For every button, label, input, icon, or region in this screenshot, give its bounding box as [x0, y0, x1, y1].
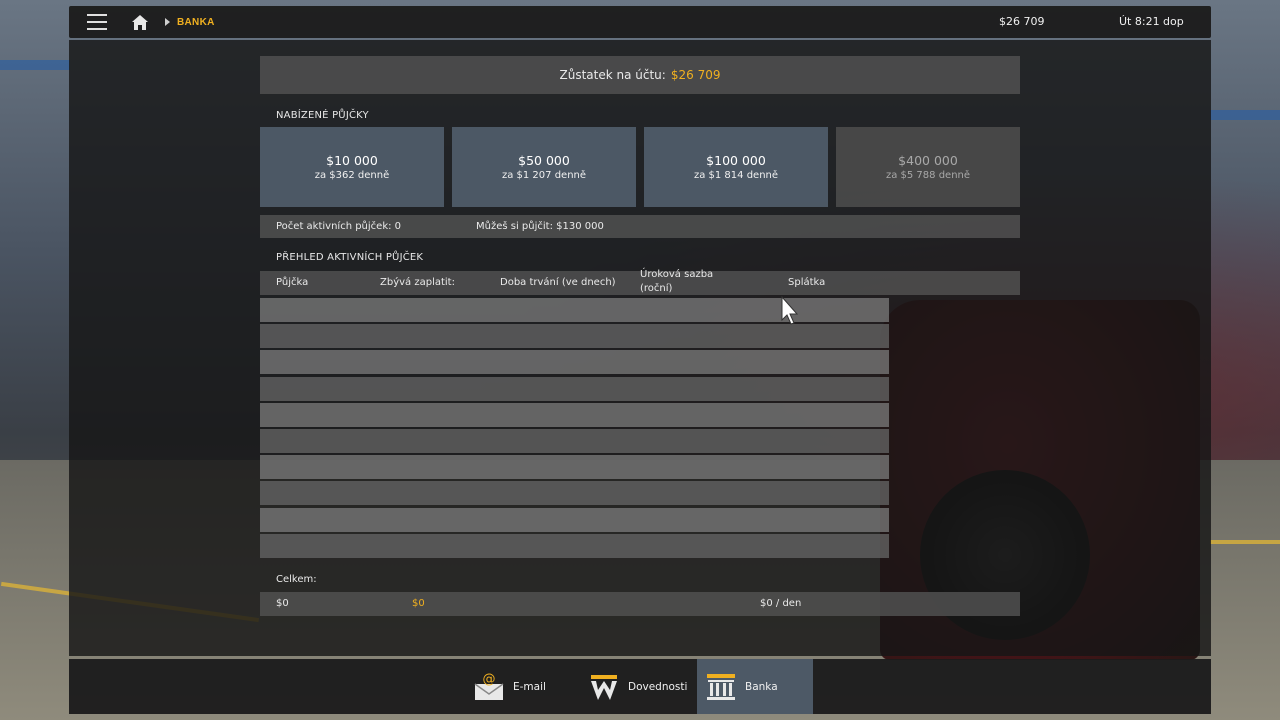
- column-duration: Doba trvání (ve dnech): [500, 277, 616, 288]
- table-row: [260, 533, 889, 558]
- top-money: $26 709: [999, 15, 1045, 28]
- loan-amount: $10 000: [326, 153, 378, 168]
- background-beam: [0, 60, 70, 70]
- overview-title: PŘEHLED AKTIVNÍCH PŮJČEK: [276, 252, 424, 263]
- column-loan: Půjčka: [276, 277, 309, 288]
- bank-icon: [705, 671, 737, 703]
- breadcrumb: BANKA: [177, 16, 215, 28]
- loan-rate: za $1 207 denně: [501, 170, 587, 181]
- tab-label: Dovednosti: [628, 680, 688, 693]
- loan-amount: $400 000: [898, 153, 958, 168]
- total-installment: $0 / den: [760, 598, 802, 609]
- tab-skills[interactable]: Dovednosti: [588, 659, 698, 714]
- table-row: [260, 376, 889, 401]
- tab-label: E-mail: [513, 680, 546, 693]
- table-row: [260, 507, 889, 532]
- loan-rate: za $1 814 denně: [693, 170, 779, 181]
- totals-bar: $0 $0 $0 / den: [260, 592, 1020, 616]
- email-icon: @: [473, 671, 505, 703]
- hamburger-icon: [87, 14, 107, 30]
- home-button[interactable]: [125, 6, 155, 38]
- totals-label: Celkem:: [276, 574, 317, 585]
- home-icon: [132, 14, 148, 30]
- column-remaining: Zbývá zaplatit:: [380, 277, 455, 288]
- loan-amount: $50 000: [518, 153, 570, 168]
- tab-bank[interactable]: Banka: [697, 659, 813, 714]
- loan-rate: za $5 788 denně: [885, 170, 971, 181]
- loan-offer-100000[interactable]: $100 000 za $1 814 denně: [644, 127, 828, 207]
- column-installment: Splátka: [788, 277, 826, 288]
- table-row: [260, 402, 889, 427]
- svg-text:@: @: [483, 672, 496, 687]
- column-interest-annual: (roční): [640, 283, 673, 294]
- active-loan-count: Počet aktivních půjček: 0: [276, 221, 402, 232]
- balance-bar: Zůstatek na účtu: $26 709: [260, 56, 1020, 94]
- top-time: Út 8:21 dop: [1119, 15, 1184, 28]
- skills-icon: [588, 671, 620, 703]
- table-row: [260, 455, 889, 480]
- loan-rate: za $362 denně: [314, 170, 390, 181]
- loans-table-header: Půjčka Zbývá zaplatit: Doba trvání (ve d…: [260, 269, 1020, 295]
- chevron-right-icon: [165, 18, 170, 26]
- borrow-limit: Můžeš si půjčit: $130 000: [476, 221, 604, 232]
- loan-info-bar: Počet aktivních půjček: 0 Můžeš si půjči…: [260, 215, 1020, 238]
- balance-label: Zůstatek na účtu:: [559, 68, 666, 82]
- loan-offer-400000: $400 000 za $5 788 denně: [836, 127, 1020, 207]
- table-row: [260, 481, 889, 506]
- offers-title: NABÍZENÉ PŮJČKY: [276, 110, 369, 121]
- loan-offer-50000[interactable]: $50 000 za $1 207 denně: [452, 127, 636, 207]
- total-remaining: $0: [412, 598, 425, 609]
- cursor-icon: [781, 296, 799, 325]
- loan-amount: $100 000: [706, 153, 766, 168]
- table-row: [260, 350, 889, 375]
- loan-offer-10000[interactable]: $10 000 za $362 denně: [260, 127, 444, 207]
- total-loan: $0: [276, 598, 289, 609]
- tab-email[interactable]: @ E-mail: [473, 659, 573, 714]
- tab-label: Banka: [745, 680, 778, 693]
- bottom-bar: @ E-mail Dovednosti Banka: [69, 659, 1211, 714]
- bank-panel: Zůstatek na účtu: $26 709 NABÍZENÉ PŮJČK…: [69, 40, 1211, 656]
- table-row: [260, 324, 889, 349]
- column-interest-rate: Úroková sazba: [640, 269, 714, 280]
- background-beam: [1210, 110, 1280, 120]
- top-bar: BANKA $26 709 Út 8:21 dop: [69, 6, 1211, 38]
- balance-amount: $26 709: [670, 68, 721, 82]
- menu-button[interactable]: [69, 6, 125, 38]
- table-row: [260, 428, 889, 453]
- background-stripe: [1210, 540, 1280, 544]
- loans-table-body: [260, 298, 889, 560]
